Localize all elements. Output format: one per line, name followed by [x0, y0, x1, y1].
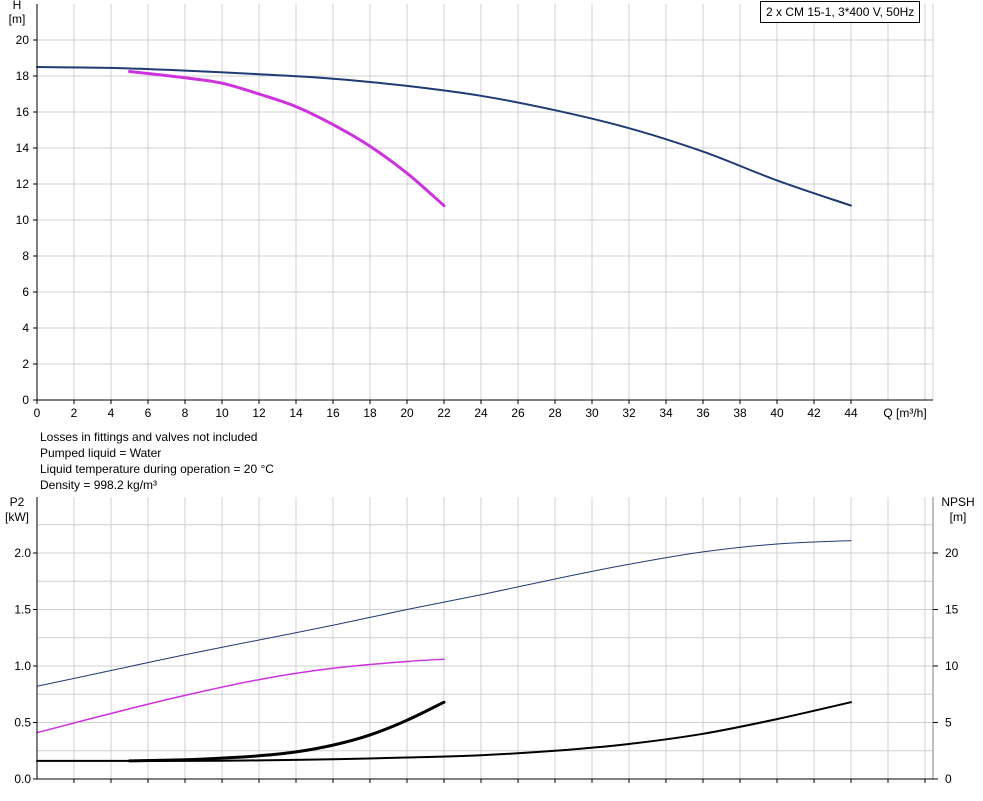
top-chart-grid	[37, 4, 934, 401]
y-tick-label: 6	[22, 285, 29, 299]
x-tick-label: 10	[215, 406, 229, 420]
y-tick-label: 20	[16, 33, 30, 47]
y-axis-unit: [m]	[9, 12, 26, 26]
note-liquid: Pumped liquid = Water	[40, 446, 162, 460]
x-tick-label: 28	[548, 406, 562, 420]
y-tick-label: 8	[22, 249, 29, 263]
npsh-curve-one-pump	[128, 700, 446, 763]
note-density: Density = 998.2 kg/m³	[40, 478, 158, 492]
y-tick-label: 1.0	[14, 659, 31, 673]
y-axis-label: H	[13, 0, 22, 12]
power-curve-one-pump	[36, 658, 445, 734]
y-right-tick-label: 10	[945, 659, 959, 673]
x-tick-label: 38	[733, 406, 747, 420]
chart-title-box: 2 x CM 15-1, 3*400 V, 50Hz	[760, 1, 921, 23]
x-axis-label: Q [m³/h]	[883, 406, 926, 420]
y-right-tick-label: 15	[945, 603, 959, 617]
x-tick-label: 36	[696, 406, 710, 420]
y-tick-label: 0.0	[14, 772, 31, 786]
x-tick-label: 0	[34, 406, 41, 420]
y-right-axis-label: NPSH	[941, 495, 974, 509]
y-tick-label: 0	[22, 393, 29, 407]
y-right-axis-unit: [m]	[950, 510, 967, 524]
top-chart-axes: 024681012141618200 2 4 6 8 10 12 14 16 18 20 22 24 26…	[9, 0, 933, 420]
chart-notes: Losses in fittings and valves not includ…	[40, 429, 274, 493]
x-tick-label: 6	[145, 406, 152, 420]
x-tick-label: 42	[807, 406, 821, 420]
head-curve-one-pump	[128, 70, 446, 208]
y-tick-label: 12	[16, 177, 30, 191]
x-tick-label: 12	[252, 406, 266, 420]
y-right-tick-label: 0	[945, 772, 952, 786]
x-tick-label: 30	[585, 406, 599, 420]
x-tick-label: 4	[108, 406, 115, 420]
x-tick-label: 34	[659, 406, 673, 420]
y-tick-label: 0.5	[14, 716, 31, 730]
y-tick-label: 10	[16, 213, 30, 227]
x-tick-label: 8	[182, 406, 189, 420]
y-axis-unit: [kW]	[5, 510, 29, 524]
y-tick-label: 2.0	[14, 546, 31, 560]
x-tick-label: 26	[511, 406, 525, 420]
y-axis-label: P2	[10, 495, 25, 509]
x-tick-label: 2	[71, 406, 78, 420]
x-tick-label: 18	[363, 406, 377, 420]
x-tick-label: 32	[622, 406, 636, 420]
y-tick-label: 4	[22, 321, 29, 335]
y-tick-label: 14	[16, 141, 30, 155]
bottom-chart-axes: 0.0 0.5 1.0 1.5 2.0 0 5 10 15 20 P2[kW] NPSH[m]	[5, 495, 975, 786]
pump-curve-chart: 024681012141618200 2 4 6 8 10 12 14 16 18 20 22 24 26…	[5, 0, 975, 786]
y-tick-label: 2	[22, 357, 29, 371]
bottom-chart-grid	[37, 497, 934, 779]
y-right-tick-label: 20	[945, 546, 959, 560]
x-tick-label: 14	[289, 406, 303, 420]
y-tick-label: 18	[16, 69, 30, 83]
x-tick-label: 20	[400, 406, 414, 420]
x-tick-label: 16	[326, 406, 340, 420]
note-temperature: Liquid temperature during operation = 20…	[40, 462, 274, 476]
x-tick-label: 44	[844, 406, 858, 420]
note-fittings: Losses in fittings and valves not includ…	[40, 430, 258, 444]
x-tick-label: 22	[437, 406, 451, 420]
x-tick-label: 40	[770, 406, 784, 420]
x-tick-label: 24	[474, 406, 488, 420]
y-right-tick-label: 5	[945, 716, 952, 730]
y-tick-label: 1.5	[14, 603, 31, 617]
y-tick-label: 16	[16, 105, 30, 119]
